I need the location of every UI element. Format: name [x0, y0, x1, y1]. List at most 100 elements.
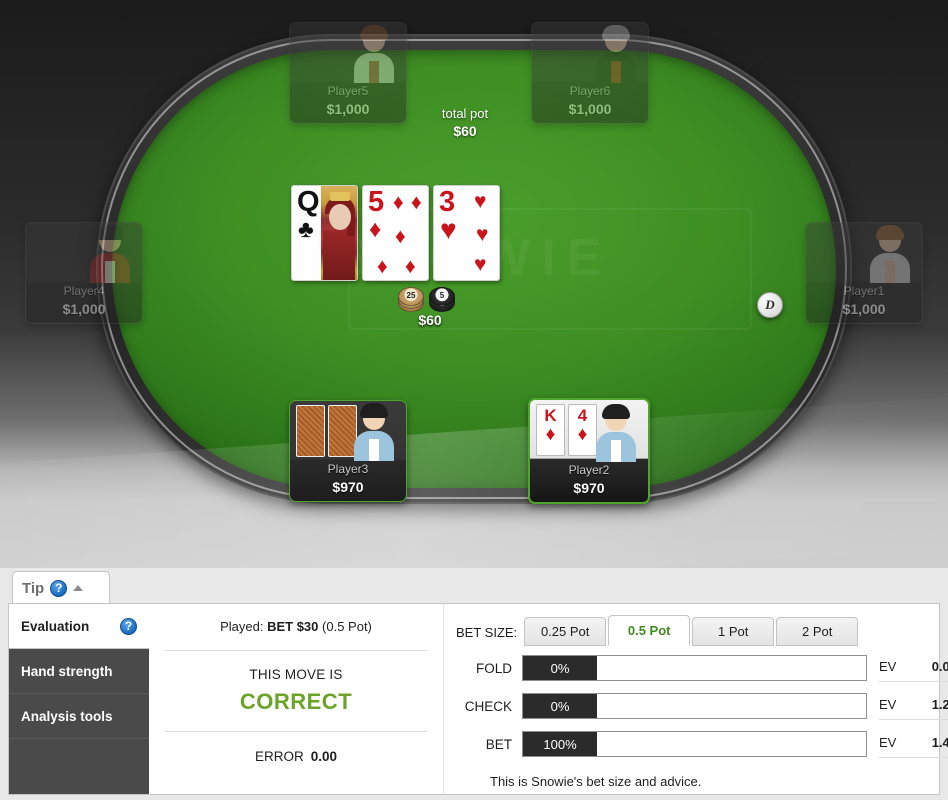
question-mark-icon[interactable]: ? [120, 617, 137, 635]
ev-label: EV [879, 659, 897, 674]
action-row-fold: FOLD 0% EV 0.00 [456, 652, 948, 684]
error-value: 0.00 [310, 749, 338, 764]
seat-player1-name: Player1 [843, 284, 885, 298]
total-pot-label: total pot [441, 106, 489, 121]
question-mark-icon[interactable]: ? [50, 579, 68, 597]
tip-tab[interactable]: Tip ? [12, 571, 110, 604]
sidebar-item-evaluation[interactable]: Evaluation ? [9, 604, 160, 649]
seat-player2-stack: $970 [573, 480, 605, 496]
seat-player5[interactable]: Player5 $1,000 [289, 22, 407, 124]
seat-player4-name: Player4 [63, 284, 105, 298]
face-body [323, 230, 355, 280]
pip: ♦ [393, 191, 404, 214]
action-bar-bet[interactable]: 100% [522, 731, 867, 757]
avatar-collar [611, 61, 621, 83]
board-card-1-rank: Q [297, 186, 320, 218]
avatar [352, 25, 396, 83]
played-prefix: Played: [220, 619, 264, 634]
bet-size-tab-05-pot[interactable]: 0.5 Pot [608, 615, 691, 646]
hole-card-1: K ♦ [536, 404, 565, 456]
chevron-up-icon[interactable] [73, 585, 84, 591]
action-bar-fold[interactable]: 0% [522, 655, 867, 681]
avatar [88, 225, 132, 283]
ev-value-check: 1.29 [931, 697, 948, 712]
bet-size-label: BET SIZE: [456, 625, 518, 640]
hole-card-2-rank: 4 [577, 406, 588, 425]
action-bar-track [597, 732, 866, 756]
board-card-2-suit: ♦ [369, 216, 382, 243]
seat-player5-name: Player5 [327, 84, 369, 98]
action-label-fold: FOLD [475, 660, 512, 676]
seat-player6[interactable]: Player6 $1,000 [531, 22, 649, 124]
board-card-3-suit: ♥ [440, 214, 457, 245]
seat-player4[interactable]: Player4 $1,000 [25, 222, 143, 324]
seat-player2-hero[interactable]: K ♦ 4 ♦ Player2 $970 [528, 398, 650, 504]
played-suffix: (0.5 Pot) [322, 619, 372, 634]
seat-player1-stack: $1,000 [842, 301, 886, 317]
seat-player1[interactable]: Player1 $1,000 [805, 222, 923, 324]
panel-sidebar: Evaluation ? Hand strength Analysis tool… [9, 604, 160, 796]
hole-card-2-suit: ♦ [577, 424, 588, 445]
played-line: Played: BET $30 (0.5 Pot) [220, 618, 372, 636]
avatar-collar [885, 261, 895, 283]
hole-card-2: 4 ♦ [568, 404, 597, 456]
chip-denomination: 25 [406, 291, 416, 300]
avatar-hair [360, 403, 388, 418]
seat-player1-cards-area [806, 223, 922, 283]
action-percent-fold: 0% [523, 656, 597, 680]
pip: ♦ [395, 225, 406, 248]
sidebar-item-hand-strength-label: Hand strength [21, 663, 113, 679]
sidebar-item-evaluation-label: Evaluation [21, 618, 90, 634]
seat-player6-name: Player6 [569, 84, 611, 98]
seat-player3-cards-area [290, 401, 406, 461]
seat-player6-stack: $1,000 [568, 101, 612, 117]
seat-player2-hole-cards: K ♦ 4 ♦ [536, 404, 597, 456]
chip-stack-25: 25 [398, 287, 424, 312]
avatar-collar [105, 261, 115, 283]
action-label-bet: BET [485, 736, 512, 752]
error-row: ERROR 0.00 [255, 749, 337, 764]
bet-size-tab-2-pot[interactable]: 2 Pot [776, 617, 859, 646]
pip: ♥ [474, 190, 487, 213]
action-percent-check: 0% [523, 694, 597, 718]
avatar-collar [369, 61, 379, 83]
seat-player6-cards-area [532, 23, 648, 83]
bet-size-tabs: BET SIZE: 0.25 Pot 0.5 Pot 1 Pot 2 Pot [456, 614, 948, 646]
ev-label: EV [879, 697, 897, 712]
analysis-column: BET SIZE: 0.25 Pot 0.5 Pot 1 Pot 2 Pot F… [444, 604, 948, 794]
move-is-label: THIS MOVE IS [249, 667, 343, 682]
community-cards: Q ♣ 5 ♦ ♦ ♦ ♦ ♦ ♦ 3 ♥ ♥ ♥ ♥ [291, 185, 500, 281]
seat-player3[interactable]: Player3 $970 [289, 400, 407, 502]
avatar [868, 225, 912, 283]
avatar-collar [369, 439, 379, 461]
action-bar-check[interactable]: 0% [522, 693, 867, 719]
verdict-text: CORRECT [239, 689, 353, 714]
advice-note: This is Snowie's bet size and advice. [490, 774, 702, 789]
divider [165, 650, 427, 651]
board-card-3: 3 ♥ ♥ ♥ ♥ [433, 185, 500, 281]
hole-card-1-rank: K [544, 406, 557, 425]
action-bar-track [597, 656, 866, 680]
queen-face-art [321, 186, 357, 280]
ev-label: EV [879, 735, 897, 750]
pip: ♦ [411, 191, 422, 214]
total-pot: total pot $60 [415, 105, 515, 140]
pip: ♥ [476, 223, 489, 246]
panel-body: Evaluation ? Hand strength Analysis tool… [8, 603, 948, 796]
poker-table-area: SNOWIE Q ♣ 5 ♦ ♦ ♦ ♦ ♦ ♦ 3 ♥ ♥ [0, 0, 948, 568]
face-crown [330, 192, 350, 201]
seat-player2-name: Player2 [568, 463, 610, 477]
chip-stack-5: 5 [429, 287, 455, 312]
seat-player4-stack: $1,000 [62, 301, 106, 317]
seat-player4-cards-area [26, 223, 142, 283]
board-card-1: Q ♣ [291, 185, 358, 281]
ev-value-bet: 1.40 [931, 735, 948, 750]
played-action: BET $30 [267, 619, 319, 634]
bet-size-tab-025-pot[interactable]: 0.25 Pot [524, 617, 607, 646]
sidebar-item-analysis-tools[interactable]: Analysis tools [9, 694, 149, 739]
bet-size-tab-1-pot[interactable]: 1 Pot [692, 617, 775, 646]
avatar [352, 403, 396, 461]
seat-player5-cards-area [290, 23, 406, 83]
sidebar-filler [9, 739, 149, 796]
sidebar-item-hand-strength[interactable]: Hand strength [9, 649, 149, 694]
